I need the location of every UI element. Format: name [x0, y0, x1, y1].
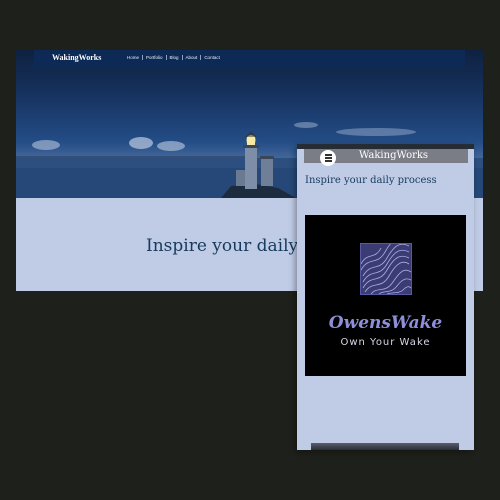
nav-link-about[interactable]: About	[183, 55, 202, 60]
logo-card: OwensWake Own Your Wake	[305, 215, 466, 376]
mobile-preview: WakingWorks Inspire your daily process O…	[297, 144, 474, 450]
mobile-footer-edge	[311, 443, 459, 450]
top-navigation-bar: WakingWorks Home Portfolio Blog About Co…	[34, 50, 465, 67]
nav-link-contact[interactable]: Contact	[201, 55, 223, 60]
menu-icon[interactable]	[320, 150, 336, 166]
mobile-header: WakingWorks	[304, 149, 468, 166]
nav-link-blog[interactable]: Blog	[167, 55, 183, 60]
mobile-site-brand[interactable]: WakingWorks	[359, 150, 428, 161]
nav-link-home[interactable]: Home	[124, 55, 144, 60]
logo-name: OwensWake	[328, 313, 443, 333]
main-menu: Home Portfolio Blog About Contact	[124, 55, 223, 60]
mobile-tagline: Inspire your daily process	[305, 175, 437, 186]
owenswake-logo-icon	[360, 243, 412, 295]
nav-link-portfolio[interactable]: Portfolio	[143, 55, 167, 60]
site-brand[interactable]: WakingWorks	[52, 53, 101, 62]
logo-slogan: Own Your Wake	[340, 337, 431, 348]
desktop-tagline: Inspire your daily p	[146, 236, 315, 256]
